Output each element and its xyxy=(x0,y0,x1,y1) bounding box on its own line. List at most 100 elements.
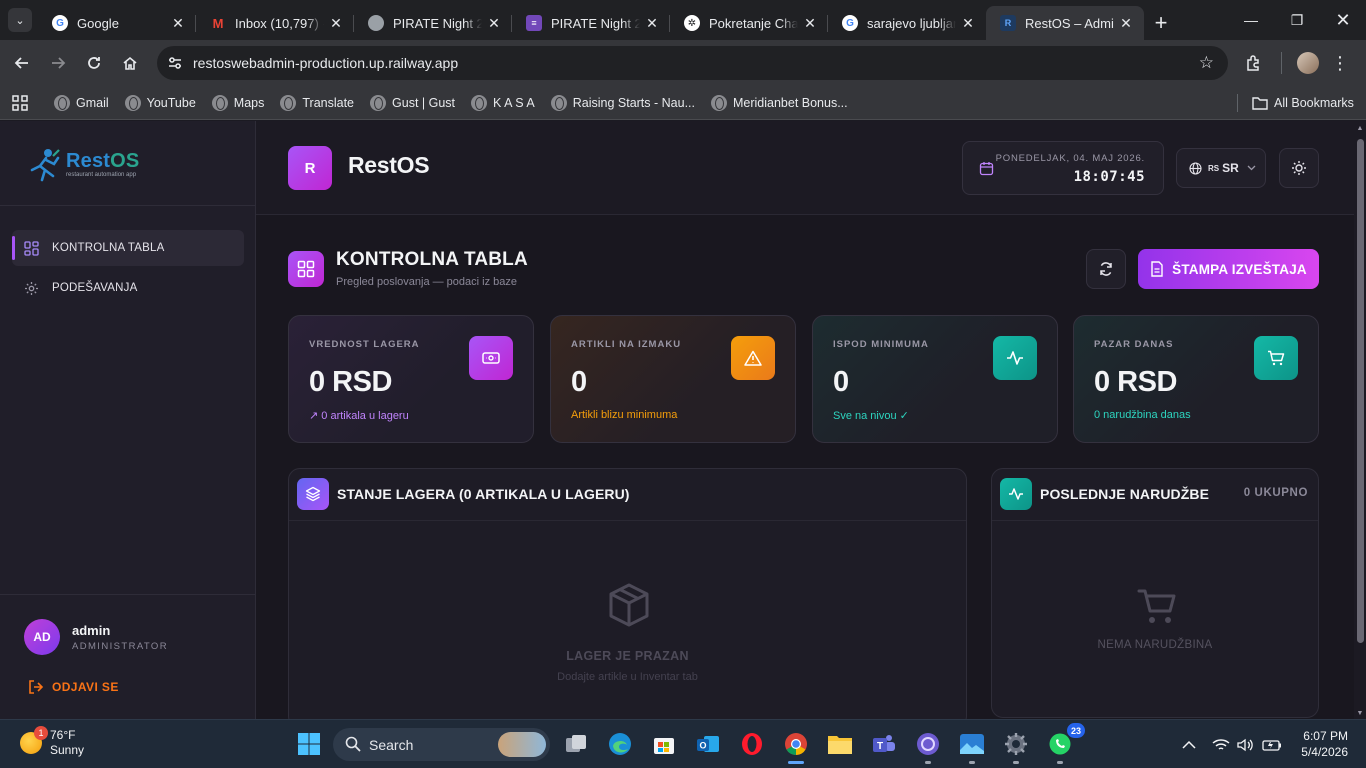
restore-icon[interactable]: ❐ xyxy=(1274,0,1320,40)
stat-note: Sve na nivou ✓ xyxy=(833,410,909,422)
edge-icon[interactable] xyxy=(605,729,635,759)
task-view-icon[interactable] xyxy=(561,729,591,759)
browser-tab-strip: ⌄ G Google ✕ M Inbox (10,797) - ✕ PIRATE… xyxy=(0,0,1366,40)
new-tab-button[interactable]: + xyxy=(1144,6,1178,40)
globe-icon xyxy=(471,94,488,111)
browser-tab[interactable]: ≡ PIRATE Night 20 ✕ xyxy=(512,6,670,40)
all-bookmarks-button[interactable]: All Bookmarks xyxy=(1244,89,1362,117)
system-clock[interactable]: 6:07 PM 5/4/2026 xyxy=(1296,728,1348,760)
minimize-icon[interactable]: — xyxy=(1228,0,1274,40)
sidebar-item-settings[interactable]: PODEŠAVANJA xyxy=(12,270,244,306)
bookmark-maps[interactable]: Maps xyxy=(204,89,273,117)
close-tab-icon[interactable]: ✕ xyxy=(170,15,186,32)
site-info-icon[interactable] xyxy=(167,55,183,71)
bookmark-raising-starts[interactable]: Raising Starts - Nau... xyxy=(543,89,703,117)
print-report-button[interactable]: ŠTAMPA IZVEŠTAJA xyxy=(1138,249,1319,289)
inventory-panel-title: STANJE LAGERA (0 ARTIKALA U LAGERU) xyxy=(337,486,630,502)
reload-icon[interactable] xyxy=(76,45,112,81)
apps-grid-icon[interactable] xyxy=(0,89,36,117)
sidebar-item-dashboard[interactable]: KONTROLNA TABLA xyxy=(12,230,244,266)
warning-icon xyxy=(731,336,775,380)
search-highlight-image xyxy=(498,732,546,757)
close-window-icon[interactable]: ✕ xyxy=(1320,0,1366,40)
outlook-icon[interactable]: O xyxy=(693,729,723,759)
logout-button[interactable]: ODJAVI SE xyxy=(28,679,119,695)
restos-logo[interactable]: RestOS restaurant automation app xyxy=(26,145,146,183)
chatgpt-icon: ✲ xyxy=(684,15,700,31)
chrome-icon[interactable] xyxy=(781,729,811,759)
bookmark-translate[interactable]: Translate xyxy=(272,89,362,117)
browser-tab[interactable]: G sarajevo ljubljan ✕ xyxy=(828,6,986,40)
browser-tab-active[interactable]: R RestOS – Admin ✕ xyxy=(986,6,1144,40)
page-scrollbar[interactable]: ▲ ▼ xyxy=(1354,121,1366,719)
page-subtitle: Pregled poslovanja — podaci iz baze xyxy=(336,276,518,288)
browser-tab[interactable]: M Inbox (10,797) - ✕ xyxy=(196,6,354,40)
document-icon xyxy=(1151,261,1163,277)
dashboard-grid-icon xyxy=(24,241,39,256)
close-tab-icon[interactable]: ✕ xyxy=(1118,15,1134,32)
browser-tab[interactable]: PIRATE Night 20 ✕ xyxy=(354,6,512,40)
show-hidden-icons[interactable] xyxy=(1182,720,1196,768)
bookmark-kasa[interactable]: K A S A xyxy=(463,89,543,117)
close-tab-icon[interactable]: ✕ xyxy=(960,15,976,32)
stat-card-below-minimum: ISPOD MINIMUMA 0 Sve na nivou ✓ xyxy=(812,315,1058,443)
user-role: ADMINISTRATOR xyxy=(72,640,168,652)
sidebar: RestOS restaurant automation app KONTROL… xyxy=(0,121,256,719)
language-selector[interactable]: RS SR xyxy=(1176,148,1266,188)
extensions-icon[interactable] xyxy=(1236,45,1272,81)
globe-icon xyxy=(1189,161,1202,175)
back-icon[interactable] xyxy=(4,45,40,81)
browser-app-icon[interactable] xyxy=(913,729,943,759)
scrollbar-thumb[interactable] xyxy=(1357,139,1364,643)
teams-icon[interactable]: T xyxy=(869,729,899,759)
bookmark-meridianbet[interactable]: Meridianbet Bonus... xyxy=(703,89,856,117)
bookmark-star-icon[interactable]: ☆ xyxy=(1199,53,1214,73)
inventory-empty-subtitle: Dodajte artikle u Inventar tab xyxy=(557,671,698,683)
weather-temp: 76°F xyxy=(50,728,76,742)
theme-toggle-button[interactable] xyxy=(1279,148,1319,188)
profile-avatar[interactable] xyxy=(1297,52,1319,74)
bookmarks-bar: Gmail YouTube Maps Translate Gust | Gust… xyxy=(0,86,1366,120)
close-tab-icon[interactable]: ✕ xyxy=(328,15,344,32)
battery-icon[interactable] xyxy=(1262,720,1282,768)
weather-desc: Sunny xyxy=(50,743,85,757)
home-icon[interactable] xyxy=(112,45,148,81)
bookmark-youtube[interactable]: YouTube xyxy=(117,89,204,117)
weather-widget[interactable]: 1 76°F Sunny xyxy=(20,726,85,758)
scroll-down-icon[interactable]: ▼ xyxy=(1356,710,1364,717)
stat-note: ↗ 0 artikala u lageru xyxy=(309,410,409,422)
google-icon: G xyxy=(842,15,858,31)
bookmark-label: Raising Starts - Nau... xyxy=(572,95,695,110)
stat-card-revenue-today: PAZAR DANAS 0 RSD 0 narudžbina danas xyxy=(1073,315,1319,443)
sun-icon: 1 xyxy=(20,726,48,754)
browser-tab[interactable]: G Google ✕ xyxy=(38,6,196,40)
forward-icon[interactable] xyxy=(40,45,76,81)
close-tab-icon[interactable]: ✕ xyxy=(486,15,502,32)
volume-icon[interactable] xyxy=(1237,720,1253,768)
wifi-icon[interactable] xyxy=(1212,720,1230,768)
close-tab-icon[interactable]: ✕ xyxy=(802,15,818,32)
windows-start-icon[interactable] xyxy=(294,729,324,759)
inventory-empty-title: LAGER JE PRAZAN xyxy=(566,649,689,663)
address-bar[interactable]: restoswebadmin-production.up.railway.app… xyxy=(157,46,1228,80)
file-explorer-icon[interactable] xyxy=(825,729,855,759)
settings-icon[interactable] xyxy=(1001,729,1031,759)
orders-empty-title: NEMA NARUDŽBINA xyxy=(1097,639,1213,651)
bookmark-gust[interactable]: Gust | Gust xyxy=(362,89,463,117)
browser-toolbar: restoswebadmin-production.up.railway.app… xyxy=(0,40,1366,86)
bookmark-gmail[interactable]: Gmail xyxy=(46,89,117,117)
photos-icon[interactable] xyxy=(957,729,987,759)
sidebar-divider xyxy=(0,205,256,206)
browser-tab[interactable]: ✲ Pokretanje Chat ✕ xyxy=(670,6,828,40)
menu-kebab-icon[interactable]: ⋮ xyxy=(1322,45,1358,81)
opera-icon[interactable] xyxy=(737,729,767,759)
taskbar-search[interactable]: Search xyxy=(333,728,550,761)
scroll-up-icon[interactable]: ▲ xyxy=(1356,125,1364,132)
bookmark-label: Maps xyxy=(233,95,265,110)
tab-search-button[interactable]: ⌄ xyxy=(8,8,32,32)
calendar-icon xyxy=(979,162,994,176)
close-tab-icon[interactable]: ✕ xyxy=(644,15,660,32)
refresh-button[interactable] xyxy=(1086,249,1126,289)
microsoft-store-icon[interactable] xyxy=(649,729,679,759)
whatsapp-icon[interactable]: 23 xyxy=(1045,723,1085,759)
